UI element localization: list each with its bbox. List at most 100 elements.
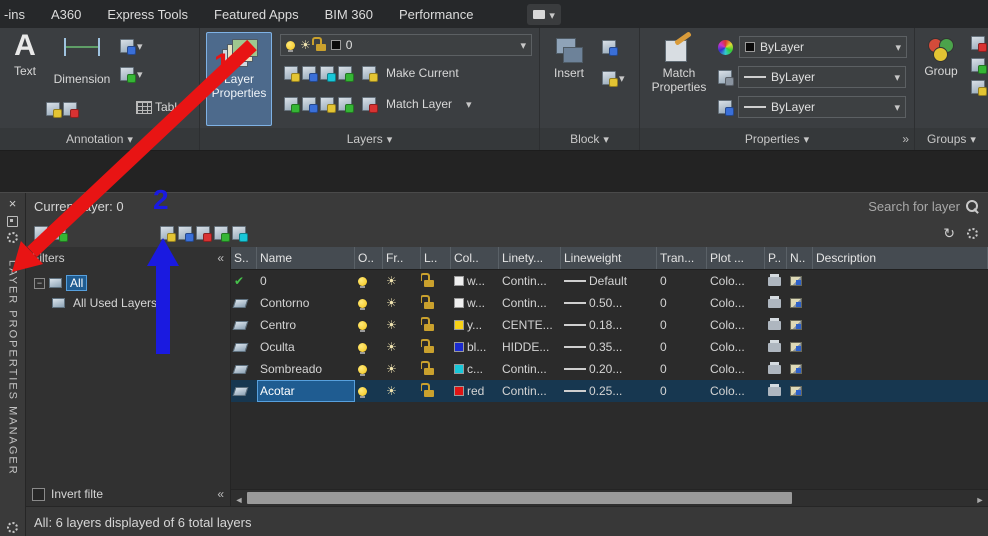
layer-plotstyle-cell[interactable]: Colo...: [707, 270, 765, 292]
match-layer-label[interactable]: Match Layer: [386, 97, 452, 111]
column-header[interactable]: N..: [787, 247, 813, 269]
layer-linetype-cell[interactable]: Contin...: [499, 292, 561, 314]
layer-thaw-icon[interactable]: [302, 96, 318, 113]
new-group-filter-icon[interactable]: [52, 226, 68, 242]
column-header[interactable]: S..: [231, 247, 257, 269]
group-button[interactable]: Group: [919, 30, 963, 78]
scroll-left-icon[interactable]: [231, 491, 247, 506]
text-tool-button[interactable]: Text: [4, 30, 46, 78]
collapse-invert-icon[interactable]: [217, 487, 224, 501]
annotation-flyout-2[interactable]: [120, 66, 143, 83]
panel-caption-groups[interactable]: Groups: [915, 128, 988, 150]
layer-previous-icon[interactable]: [338, 96, 354, 113]
layer-on-icon[interactable]: [358, 364, 367, 376]
ribbon-tab-express-tools[interactable]: Express Tools: [107, 7, 188, 22]
layer-plotstyle-cell[interactable]: Colo...: [707, 358, 765, 380]
layer-row-Sombreado[interactable]: Sombreado c...Contin...0.20...0Colo...: [231, 358, 988, 380]
layer-name-cell[interactable]: Oculta: [257, 336, 355, 358]
ribbon-tab-featured-apps[interactable]: Featured Apps: [214, 7, 299, 22]
tree-expander-icon[interactable]: [34, 277, 45, 289]
horizontal-scrollbar[interactable]: [231, 489, 988, 506]
insert-block-button[interactable]: Insert: [544, 30, 594, 80]
layer-freeze-icon[interactable]: [386, 274, 397, 288]
layer-lineweight-cell[interactable]: 0.50...: [561, 292, 657, 314]
make-current-label[interactable]: Make Current: [386, 66, 459, 80]
layer-name-cell[interactable]: Acotar: [257, 380, 355, 402]
column-header[interactable]: Lineweight: [561, 247, 657, 269]
plot-icon[interactable]: [768, 339, 781, 352]
layer-lock-icon[interactable]: [421, 383, 434, 397]
new-layer-icon[interactable]: [160, 226, 176, 242]
plot-icon[interactable]: [768, 383, 781, 396]
layer-lineweight-cell[interactable]: 0.35...: [561, 336, 657, 358]
plot-icon[interactable]: [768, 273, 781, 286]
layer-color-cell[interactable]: c...: [451, 358, 499, 380]
layer-on-icon[interactable]: [358, 276, 367, 288]
layer-lock-icon[interactable]: [421, 295, 434, 309]
scrollbar-thumb[interactable]: [247, 492, 793, 504]
block-tool-1[interactable]: [602, 40, 618, 56]
column-header[interactable]: Plot ...: [707, 247, 765, 269]
layer-properties-button[interactable]: Layer Properties: [206, 32, 272, 126]
layer-freeze-tool-icon[interactable]: [320, 66, 336, 82]
column-header[interactable]: Name: [257, 247, 355, 269]
layer-lineweight-cell[interactable]: 0.20...: [561, 358, 657, 380]
vp-freeze-icon[interactable]: [790, 364, 802, 374]
layer-on-all-icon[interactable]: [284, 96, 300, 113]
ribbon-tab-bim360[interactable]: BIM 360: [325, 7, 373, 22]
layer-name-cell[interactable]: 0: [257, 270, 355, 292]
make-current-icon[interactable]: [362, 66, 378, 82]
vp-freeze-icon[interactable]: [790, 276, 802, 286]
set-current-layer-icon[interactable]: [214, 226, 230, 242]
object-color-dropdown[interactable]: ByLayer: [739, 36, 907, 58]
filter-item-all-used-layers[interactable]: All Used Layers: [26, 293, 230, 313]
delete-layer-icon[interactable]: [196, 226, 212, 242]
new-property-filter-icon[interactable]: [34, 226, 50, 242]
layer-unlock-icon[interactable]: [338, 66, 354, 82]
block-tool-2[interactable]: [602, 70, 625, 87]
match-properties-button[interactable]: Match Properties: [650, 30, 708, 94]
panel-caption-annotation[interactable]: Annotation: [0, 128, 199, 150]
search-icon[interactable]: [966, 200, 978, 212]
autohide-pin-icon[interactable]: [7, 216, 18, 227]
layer-transparency-cell[interactable]: 0: [657, 292, 707, 314]
layer-name-cell[interactable]: Contorno: [257, 292, 355, 314]
layer-transparency-cell[interactable]: 0: [657, 314, 707, 336]
layer-lock-icon[interactable]: [421, 273, 434, 287]
layer-plotstyle-cell[interactable]: Colo...: [707, 292, 765, 314]
layer-lock-icon[interactable]: [421, 339, 434, 353]
ribbon-tab-addins[interactable]: -ins: [4, 7, 25, 22]
layer-description-cell[interactable]: [813, 336, 988, 358]
plot-icon[interactable]: [768, 361, 781, 374]
column-header[interactable]: O..: [355, 247, 383, 269]
match-layer-icon[interactable]: [362, 96, 378, 113]
filter-item-all[interactable]: All: [26, 273, 230, 293]
layer-row-Centro[interactable]: Centro y...CENTE...0.18...0Colo...: [231, 314, 988, 336]
layer-plotstyle-cell[interactable]: Colo...: [707, 314, 765, 336]
column-header[interactable]: Description: [813, 247, 988, 269]
palette-menu-icon[interactable]: [7, 522, 18, 533]
table-tool-button[interactable]: Table: [136, 100, 184, 114]
layer-transparency-cell[interactable]: 0: [657, 380, 707, 402]
group-side-tools[interactable]: [971, 36, 987, 96]
layer-freeze-icon[interactable]: [386, 318, 397, 332]
chevron-down-icon[interactable]: [466, 96, 472, 111]
vp-freeze-icon[interactable]: [790, 298, 802, 308]
plot-icon[interactable]: [768, 317, 781, 330]
layer-description-cell[interactable]: [813, 292, 988, 314]
layer-off-icon[interactable]: [284, 66, 300, 82]
layer-linetype-cell[interactable]: CENTE...: [499, 314, 561, 336]
layer-transparency-cell[interactable]: 0: [657, 270, 707, 292]
layer-color-cell[interactable]: red: [451, 380, 499, 402]
layer-plotstyle-cell[interactable]: Colo...: [707, 336, 765, 358]
vp-freeze-icon[interactable]: [790, 386, 802, 396]
layer-lock-icon[interactable]: [421, 361, 434, 375]
lineweight-dropdown[interactable]: ByLayer: [738, 66, 906, 88]
plot-icon[interactable]: [768, 295, 781, 308]
layer-transparency-cell[interactable]: 0: [657, 358, 707, 380]
layer-description-cell[interactable]: [813, 380, 988, 402]
linetype-dropdown[interactable]: ByLayer: [738, 96, 906, 118]
panel-caption-layers[interactable]: Layers: [200, 128, 539, 150]
layer-dropdown[interactable]: 0: [280, 34, 532, 56]
layer-lock-tool-icon[interactable]: [320, 96, 336, 113]
